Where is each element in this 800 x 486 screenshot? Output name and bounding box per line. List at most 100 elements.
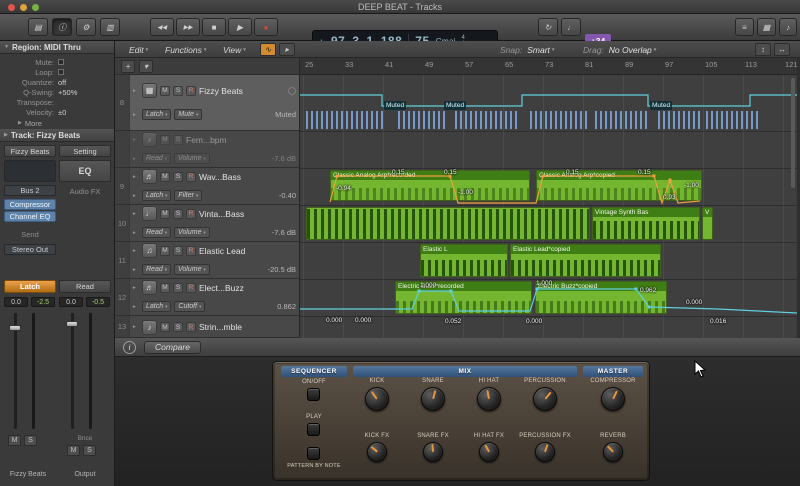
input-monitor-button[interactable] (288, 86, 296, 95)
mute-button[interactable]: M (160, 134, 170, 145)
automation-disclosure-icon[interactable]: ▸ (133, 193, 139, 199)
automation-mode-chip[interactable]: Read ▾ (142, 227, 171, 238)
disclosure-triangle-icon[interactable]: ▸ (133, 88, 139, 94)
close-window-button[interactable] (8, 3, 15, 11)
titlebar[interactable]: DEEP BEAT - Tracks (0, 0, 800, 14)
metronome-button[interactable]: ♩ (561, 18, 581, 36)
solo-button[interactable]: S (173, 171, 183, 182)
automation-disclosure-icon[interactable]: ▸ (133, 230, 139, 236)
drag-menu[interactable]: Drag: No Overlap ▾ (583, 41, 656, 58)
midi-region-buzz-recorded[interactable]: Electric Buzz*recorded (395, 281, 532, 314)
compare-button[interactable]: Compare (144, 340, 201, 354)
midi-region-arp-recorded[interactable]: Classic Analog Arp*recorded (330, 170, 530, 201)
midi-region-vintage-synth[interactable]: Vintage Synth Bas (592, 207, 700, 240)
midi-notes[interactable] (595, 111, 650, 129)
solo-button[interactable]: S (24, 435, 37, 446)
automation-disclosure-icon[interactable]: ▸ (133, 156, 139, 162)
disclosure-triangle-icon[interactable]: ▸ (133, 174, 139, 180)
snare-fx-knob[interactable] (423, 442, 443, 462)
record-enable-button[interactable]: R (186, 171, 196, 182)
snap-menu[interactable]: Snap: Smart ▾ (500, 41, 554, 58)
midi-notes[interactable] (658, 111, 700, 129)
horizontal-zoom-button[interactable]: ↔ (774, 43, 790, 56)
velocity-row[interactable]: Velocity: ±0 (0, 107, 114, 117)
automation-latch-button[interactable]: Latch (4, 280, 56, 293)
snare-knob[interactable] (421, 387, 445, 411)
mute-button[interactable]: M (160, 171, 170, 182)
smart-controls-button[interactable]: ⚙ (76, 18, 96, 36)
mixer-button[interactable]: ▥ (100, 18, 120, 36)
record-enable-button[interactable]: R (186, 245, 196, 256)
midi-notes[interactable] (398, 111, 448, 129)
track-header-fizzy-beats[interactable]: 8 ▸ ▦ M S R Fizzy Beats ▸ Latch ▾ Mute ▾ M… (115, 75, 300, 131)
more-row[interactable]: ▶ More (0, 118, 114, 128)
record-enable-button[interactable]: R (186, 322, 196, 332)
arrange-area[interactable]: Classic Analog Arp*recorded Classic Anal… (300, 75, 797, 338)
apple-loops-button[interactable]: ♪ (779, 18, 797, 36)
channel-name-button[interactable]: Fizzy Beats (4, 145, 56, 157)
info-button[interactable]: i (123, 340, 136, 354)
automation-mode-chip[interactable]: Latch ▾ (142, 109, 172, 120)
qswing-row[interactable]: Q-Swing: +50% (0, 87, 114, 97)
disclosure-triangle-icon[interactable]: ▸ (133, 137, 139, 143)
mute-checkbox[interactable] (58, 59, 64, 65)
quantize-row[interactable]: Quantize: off (0, 77, 114, 87)
forward-button[interactable]: ▶▶ (176, 18, 200, 36)
field-value[interactable]: ±0 (58, 108, 66, 117)
vertical-scrollbar[interactable] (791, 78, 795, 188)
hihat-fx-knob[interactable] (479, 442, 499, 462)
on-off-button[interactable] (307, 388, 320, 401)
transpose-row[interactable]: Transpose: (0, 97, 114, 107)
track-header-vintage-bass[interactable]: 10 ▸ ♩ M S R Vinta...Bass ▸ Read ▾ Volume… (115, 205, 300, 242)
compressor-knob[interactable] (601, 387, 625, 411)
percussion-knob[interactable] (533, 387, 557, 411)
record-enable-button[interactable]: R (186, 208, 196, 219)
mute-button[interactable]: M (160, 85, 170, 96)
kick-knob[interactable] (365, 387, 389, 411)
volume-fader[interactable] (66, 321, 78, 327)
mute-button[interactable]: M (8, 435, 21, 446)
automation-mode-chip[interactable]: Read ▾ (142, 264, 171, 275)
insert-channel-eq-button[interactable]: Channel EQ (4, 211, 56, 222)
pan-value[interactable]: 0.0 (59, 297, 83, 307)
automation-mode-chip[interactable]: Latch ▾ (142, 190, 172, 201)
field-value[interactable]: off (58, 78, 66, 87)
rewind-button[interactable]: ◀◀ (150, 18, 174, 36)
loop-checkbox[interactable] (58, 69, 64, 75)
list-editors-button[interactable]: ≡ (735, 18, 754, 36)
automation-param-chip[interactable]: Volume ▾ (174, 264, 210, 275)
volume-value[interactable]: -2.5 (31, 297, 55, 307)
automation-param-chip[interactable]: Volume ▾ (174, 153, 210, 164)
record-enable-button[interactable]: R (186, 85, 196, 96)
vertical-zoom-button[interactable]: ↕ (755, 43, 771, 56)
cycle-button[interactable]: ↻ (538, 18, 558, 36)
track-header-wav-bass[interactable]: 9 ▸ ♬ M S R Wav...Bass ▸ Latch ▾ Filter ▾ … (115, 168, 300, 205)
midi-region-elastic-copied[interactable]: Elastic Lead*copied (510, 244, 661, 277)
catch-playhead-button[interactable]: ▸ (279, 43, 295, 56)
solo-button[interactable]: S (173, 322, 183, 332)
disclosure-triangle-icon[interactable]: ▸ (133, 285, 139, 291)
automation-disclosure-icon[interactable]: ▸ (133, 267, 139, 273)
reverb-knob[interactable] (603, 442, 623, 462)
solo-button[interactable]: S (173, 208, 183, 219)
automation-mode-chip[interactable]: Latch ▾ (142, 301, 172, 312)
disclosure-triangle-icon[interactable]: ▸ (133, 211, 139, 217)
track-header-string-ensemble[interactable]: 13 ▸ ♪ M S R Strin...mble (115, 316, 300, 338)
inspector-button[interactable]: ⓘ (52, 18, 72, 36)
send-bus-button[interactable]: Bus 2 (4, 185, 56, 196)
stop-button[interactable]: ■ (202, 18, 226, 36)
track-header-electric-buzz[interactable]: 12 ▸ ♬ M S R Elect...Buzz ▸ Latch ▾ Cutof… (115, 279, 300, 316)
output-button[interactable]: Stereo Out (4, 244, 56, 255)
automation-param-chip[interactable]: Cutoff ▾ (174, 301, 206, 312)
setting-button[interactable]: Setting (59, 145, 111, 157)
volume-fader[interactable] (9, 325, 21, 331)
media-browser-button[interactable]: ▦ (757, 18, 776, 36)
automation-disclosure-icon[interactable]: ▸ (133, 304, 139, 310)
mute-button[interactable]: M (160, 245, 170, 256)
region-inspector-header[interactable]: ▼ Region: MIDI Thru (0, 41, 114, 54)
disclosure-triangle-icon[interactable]: ▸ (133, 248, 139, 254)
zoom-window-button[interactable] (32, 3, 39, 11)
automation-mode-chip[interactable]: Read ▾ (142, 153, 171, 164)
mute-button[interactable]: M (160, 208, 170, 219)
automation-param-chip[interactable]: Volume ▾ (174, 227, 210, 238)
